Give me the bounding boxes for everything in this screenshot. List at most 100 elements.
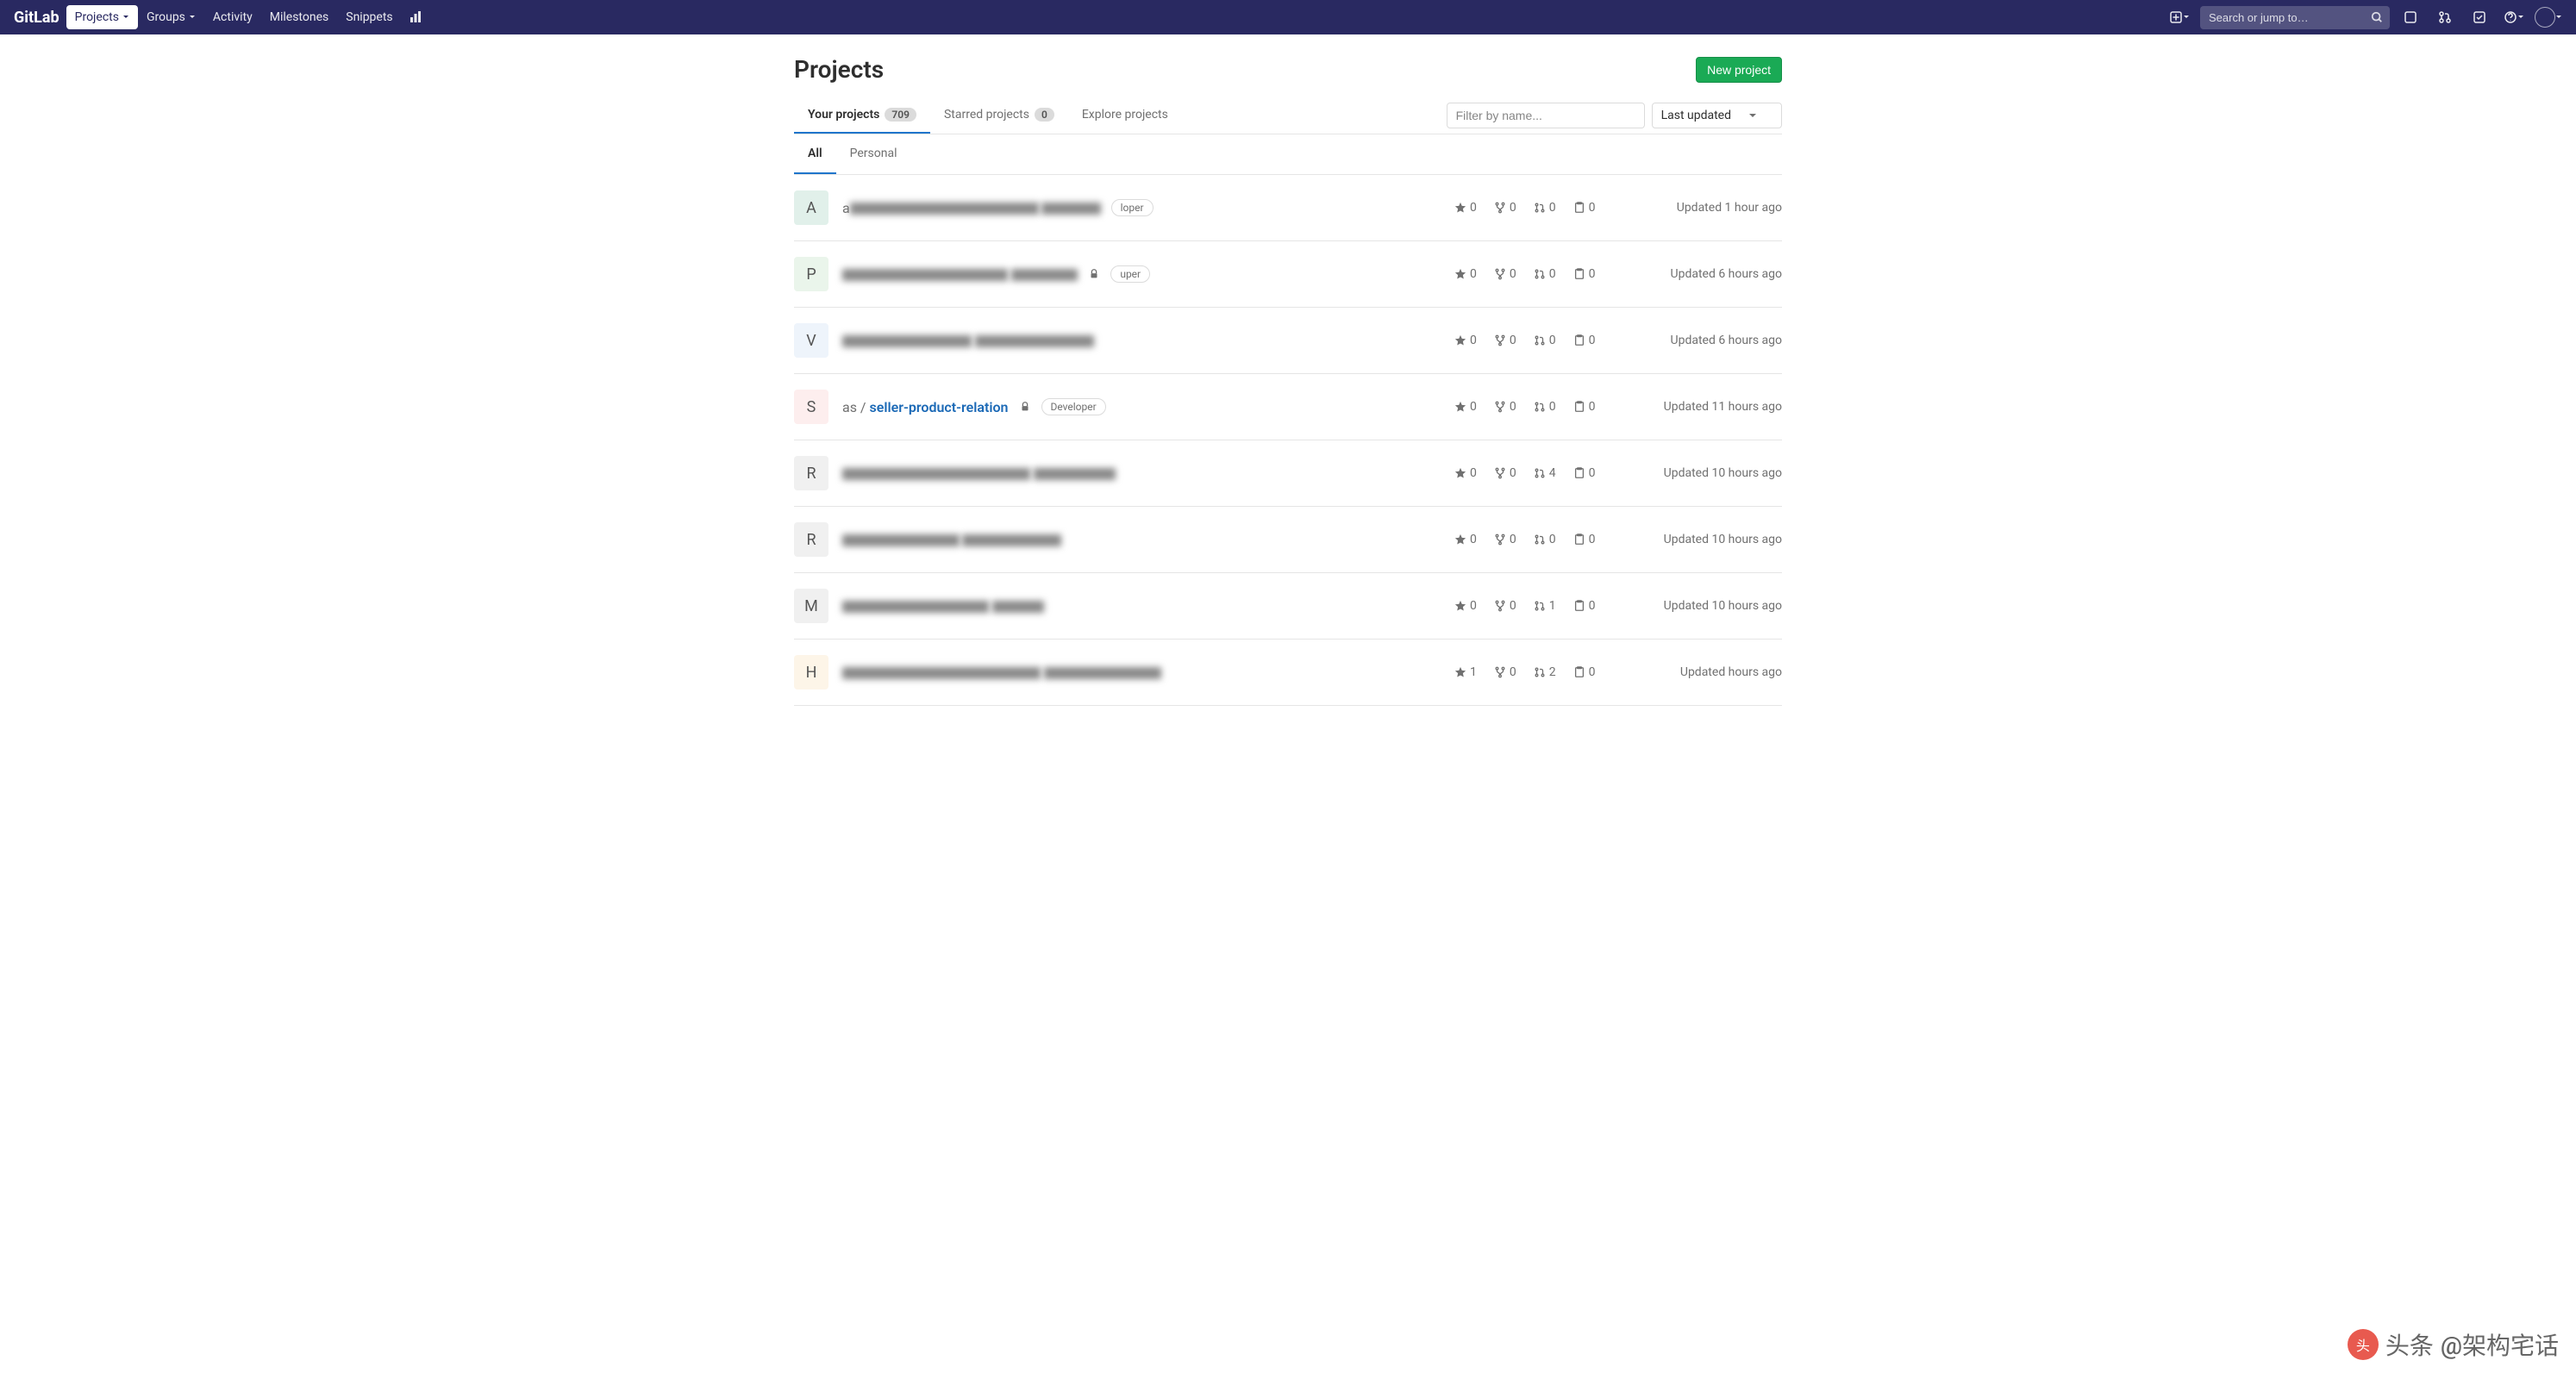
project-name[interactable] [842, 598, 1044, 615]
stat-forks[interactable]: 0 [1494, 267, 1516, 281]
project-avatar: M [794, 589, 828, 623]
project-stats: 0 0 0 0 [1454, 267, 1610, 281]
fork-icon [1494, 334, 1506, 346]
project-stats: 0 0 0 0 [1454, 400, 1610, 414]
page-header: Projects New project [794, 34, 1782, 97]
stat-forks[interactable]: 0 [1494, 533, 1516, 546]
project-row[interactable]: Sas / seller-product-relationDeveloper00… [794, 374, 1782, 440]
stat-issues[interactable]: 0 [1573, 400, 1596, 414]
logo[interactable]: GitLab [14, 9, 59, 27]
sort-dropdown[interactable]: Last updated [1652, 103, 1782, 128]
search-input[interactable] [2200, 6, 2390, 29]
fork-icon [1494, 268, 1506, 280]
project-row[interactable]: M 0010Updated 10 hours ago [794, 573, 1782, 640]
merge-request-icon [1534, 334, 1546, 346]
filter-input[interactable] [1447, 103, 1645, 128]
container: Projects New project Your projects709Sta… [781, 34, 1795, 706]
search-wrap [2200, 6, 2390, 29]
stat-issues[interactable]: 0 [1573, 466, 1596, 480]
stat-forks[interactable]: 0 [1494, 599, 1516, 613]
stat-merge-requests[interactable]: 0 [1534, 400, 1556, 414]
stat-merge-requests[interactable]: 0 [1534, 533, 1556, 546]
nav-item-projects[interactable]: Projects [66, 5, 138, 29]
subtab-all[interactable]: All [794, 134, 836, 174]
project-row[interactable]: P uper0000Updated 6 hours ago [794, 241, 1782, 308]
fork-icon [1494, 401, 1506, 413]
stat-stars[interactable]: 0 [1454, 533, 1477, 546]
stat-stars[interactable]: 0 [1454, 267, 1477, 281]
project-info: a loper [842, 199, 1454, 216]
metrics-icon[interactable] [402, 3, 429, 31]
stat-stars[interactable]: 0 [1454, 400, 1477, 414]
tab-starred-projects[interactable]: Starred projects0 [930, 97, 1068, 134]
project-name[interactable] [842, 333, 1094, 349]
stat-forks[interactable]: 0 [1494, 665, 1516, 679]
stat-stars[interactable]: 0 [1454, 334, 1477, 347]
issues-icon [1573, 202, 1585, 214]
stat-merge-requests[interactable]: 4 [1534, 466, 1556, 480]
navbar: GitLab Projects Groups ActivityMilestone… [0, 0, 2576, 34]
fork-icon [1494, 202, 1506, 214]
stat-merge-requests[interactable]: 1 [1534, 599, 1556, 613]
todos-icon[interactable] [2466, 3, 2493, 31]
help-icon[interactable] [2500, 3, 2528, 31]
stat-stars[interactable]: 0 [1454, 466, 1477, 480]
plus-icon[interactable] [2166, 3, 2193, 31]
project-updated: Updated hours ago [1610, 665, 1782, 679]
project-stats: 0 0 0 0 [1454, 201, 1610, 215]
stat-merge-requests[interactable]: 0 [1534, 334, 1556, 347]
new-project-button[interactable]: New project [1696, 57, 1782, 83]
stat-stars[interactable]: 1 [1454, 665, 1477, 679]
issues-icon [1573, 467, 1585, 479]
stat-merge-requests[interactable]: 2 [1534, 665, 1556, 679]
chevron-down-icon [1748, 111, 1757, 120]
stat-forks[interactable]: 0 [1494, 334, 1516, 347]
stat-issues[interactable]: 0 [1573, 599, 1596, 613]
tab-explore-projects[interactable]: Explore projects [1068, 97, 1182, 134]
stat-forks[interactable]: 0 [1494, 466, 1516, 480]
project-row[interactable]: R 0000Updated 10 hours ago [794, 507, 1782, 573]
issues-icon[interactable] [2397, 3, 2424, 31]
stat-issues[interactable]: 0 [1573, 201, 1596, 215]
project-info [842, 665, 1454, 681]
navbar-right [2166, 3, 2562, 31]
tab-your-projects[interactable]: Your projects709 [794, 97, 930, 134]
badge: 709 [885, 108, 916, 122]
project-row[interactable]: V 0000Updated 6 hours ago [794, 308, 1782, 374]
nav-item-groups[interactable]: Groups [138, 5, 204, 29]
nav-item-activity[interactable]: Activity [204, 5, 261, 29]
project-avatar: R [794, 522, 828, 557]
role-badge: loper [1111, 199, 1154, 216]
project-avatar: R [794, 456, 828, 490]
project-name[interactable] [842, 665, 1161, 681]
subtab-personal[interactable]: Personal [836, 134, 911, 174]
project-row[interactable]: H 1020Updated hours ago [794, 640, 1782, 706]
stat-forks[interactable]: 0 [1494, 400, 1516, 414]
project-row[interactable]: Aa loper0000Updated 1 hour ago [794, 175, 1782, 241]
project-name[interactable]: as / seller-product-relation [842, 399, 1009, 415]
stat-issues[interactable]: 0 [1573, 665, 1596, 679]
stat-issues[interactable]: 0 [1573, 334, 1596, 347]
sort-label: Last updated [1661, 109, 1731, 122]
user-avatar[interactable] [2535, 3, 2562, 31]
stat-merge-requests[interactable]: 0 [1534, 201, 1556, 215]
project-name[interactable] [842, 532, 1061, 548]
star-icon [1454, 401, 1466, 413]
stat-issues[interactable]: 0 [1573, 533, 1596, 546]
stat-issues[interactable]: 0 [1573, 267, 1596, 281]
nav-item-snippets[interactable]: Snippets [337, 5, 401, 29]
chevron-down-icon [189, 14, 196, 21]
project-row[interactable]: R 0040Updated 10 hours ago [794, 440, 1782, 507]
project-name[interactable] [842, 465, 1116, 482]
nav-item-milestones[interactable]: Milestones [261, 5, 338, 29]
stat-stars[interactable]: 0 [1454, 599, 1477, 613]
project-info [842, 532, 1454, 548]
project-name[interactable]: a [842, 200, 1101, 216]
stat-stars[interactable]: 0 [1454, 201, 1477, 215]
merge-request-icon [1534, 666, 1546, 678]
visibility-lock-icon [1088, 268, 1100, 280]
merge-requests-icon[interactable] [2431, 3, 2459, 31]
project-name[interactable] [842, 266, 1078, 283]
stat-merge-requests[interactable]: 0 [1534, 267, 1556, 281]
stat-forks[interactable]: 0 [1494, 201, 1516, 215]
